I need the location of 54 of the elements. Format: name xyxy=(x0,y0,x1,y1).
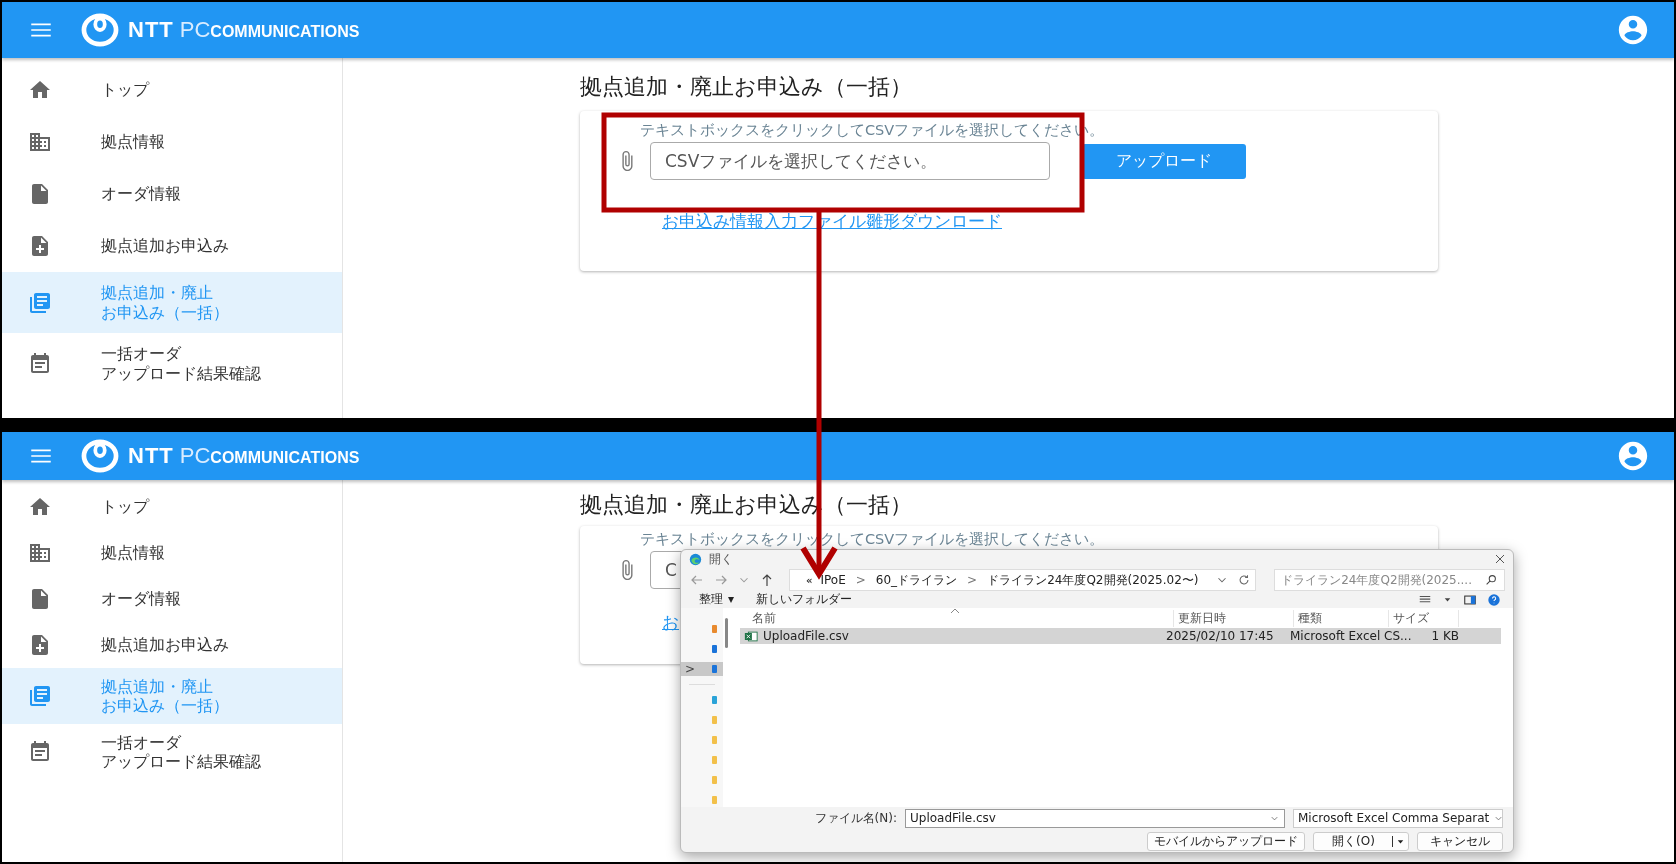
csv-file-field[interactable]: CSVファイルを選択してください。 xyxy=(650,142,1050,180)
calendar-icon xyxy=(28,740,52,764)
building-icon xyxy=(28,130,52,154)
column-header[interactable]: 名前 xyxy=(752,609,1174,627)
logo-text: NTT PCCOMMUNICATIONS xyxy=(128,443,360,469)
sidebar-item[interactable]: 一括オーダ アップロード結果確認 xyxy=(2,724,342,780)
navigation-item[interactable]: > xyxy=(681,662,723,677)
building-icon xyxy=(28,541,52,565)
search-field[interactable]: ドライラン24年度Q2開発(2025.... xyxy=(1274,569,1505,592)
column-header[interactable]: 更新日時 xyxy=(1174,609,1294,627)
file-row[interactable]: UploadFile.csv 2025/02/10 17:45 Microsoft Excel CS... 1 KB xyxy=(740,628,1501,645)
column-header[interactable]: 種類 xyxy=(1294,609,1389,627)
account-icon[interactable] xyxy=(1616,13,1650,47)
calendar-icon xyxy=(28,351,52,376)
account-icon[interactable] xyxy=(1616,439,1650,473)
breadcrumb-item[interactable]: IPoE xyxy=(820,573,846,588)
file-name-field[interactable]: UploadFile.csv xyxy=(905,808,1285,828)
logo-mark-icon xyxy=(80,13,120,47)
logo-mark-icon xyxy=(80,439,120,473)
breadcrumb-item[interactable]: ドライラン24年度Q2開発(2025.02〜) xyxy=(987,571,1199,589)
preview-pane-icon[interactable] xyxy=(1463,592,1477,607)
breadcrumb-item[interactable]: 60_ドライラン xyxy=(875,571,958,589)
file-type-dropdown[interactable]: Microsoft Excel Comma Separat xyxy=(1293,808,1503,828)
sidebar-item[interactable]: 拠点追加お申込み xyxy=(2,622,342,668)
dialog-button[interactable]: モバイルからアップロード xyxy=(1147,831,1305,851)
sidebar-item[interactable]: 一括オーダ アップロード結果確認 xyxy=(2,333,342,394)
dialog-title: 開く xyxy=(709,550,733,568)
refresh-icon[interactable] xyxy=(1236,573,1251,588)
stacked-list-icon xyxy=(28,290,52,315)
open-button[interactable]: 開く(O) xyxy=(1313,831,1409,851)
close-icon[interactable] xyxy=(1495,554,1505,565)
toolbar-button[interactable]: 新しいフォルダー xyxy=(750,591,859,609)
file-name-label: ファイル名(N): xyxy=(814,809,897,827)
sidebar-item[interactable]: トップ xyxy=(2,64,342,116)
sidebar-item[interactable]: オーダ情報 xyxy=(2,168,342,220)
sidebar-item[interactable]: オーダ情報 xyxy=(2,576,342,622)
sidebar-item[interactable]: 拠点情報 xyxy=(2,530,342,576)
breadcrumb-separator: > xyxy=(966,573,979,588)
sidebar-item[interactable]: トップ xyxy=(2,484,342,530)
column-header[interactable]: サイズ xyxy=(1389,609,1459,627)
address-bar[interactable]: « IPoE > 60_ドライラン > ドライラン24年度Q2開発(2025.02〜) xyxy=(789,569,1257,592)
page-title: 拠点追加・廃止お申込み（一括） xyxy=(580,73,913,101)
breadcrumb-overflow[interactable]: « xyxy=(806,574,813,586)
toolbar-button[interactable]: 整理 ▾ xyxy=(693,591,741,609)
spreadsheet-file-icon xyxy=(744,630,758,642)
help-icon[interactable] xyxy=(1487,592,1501,607)
breadcrumb-separator: > xyxy=(854,573,867,588)
dialog-button[interactable]: キャンセル xyxy=(1417,831,1503,851)
sidebar-item[interactable]: 拠点追加お申込み xyxy=(2,220,342,272)
logo-text: NTT PCCOMMUNICATIONS xyxy=(128,17,360,43)
browser-icon xyxy=(689,552,702,566)
sort-caret-icon xyxy=(950,608,960,615)
stacked-list-icon xyxy=(28,684,52,708)
sidebar-item[interactable]: 拠点情報 xyxy=(2,116,342,168)
